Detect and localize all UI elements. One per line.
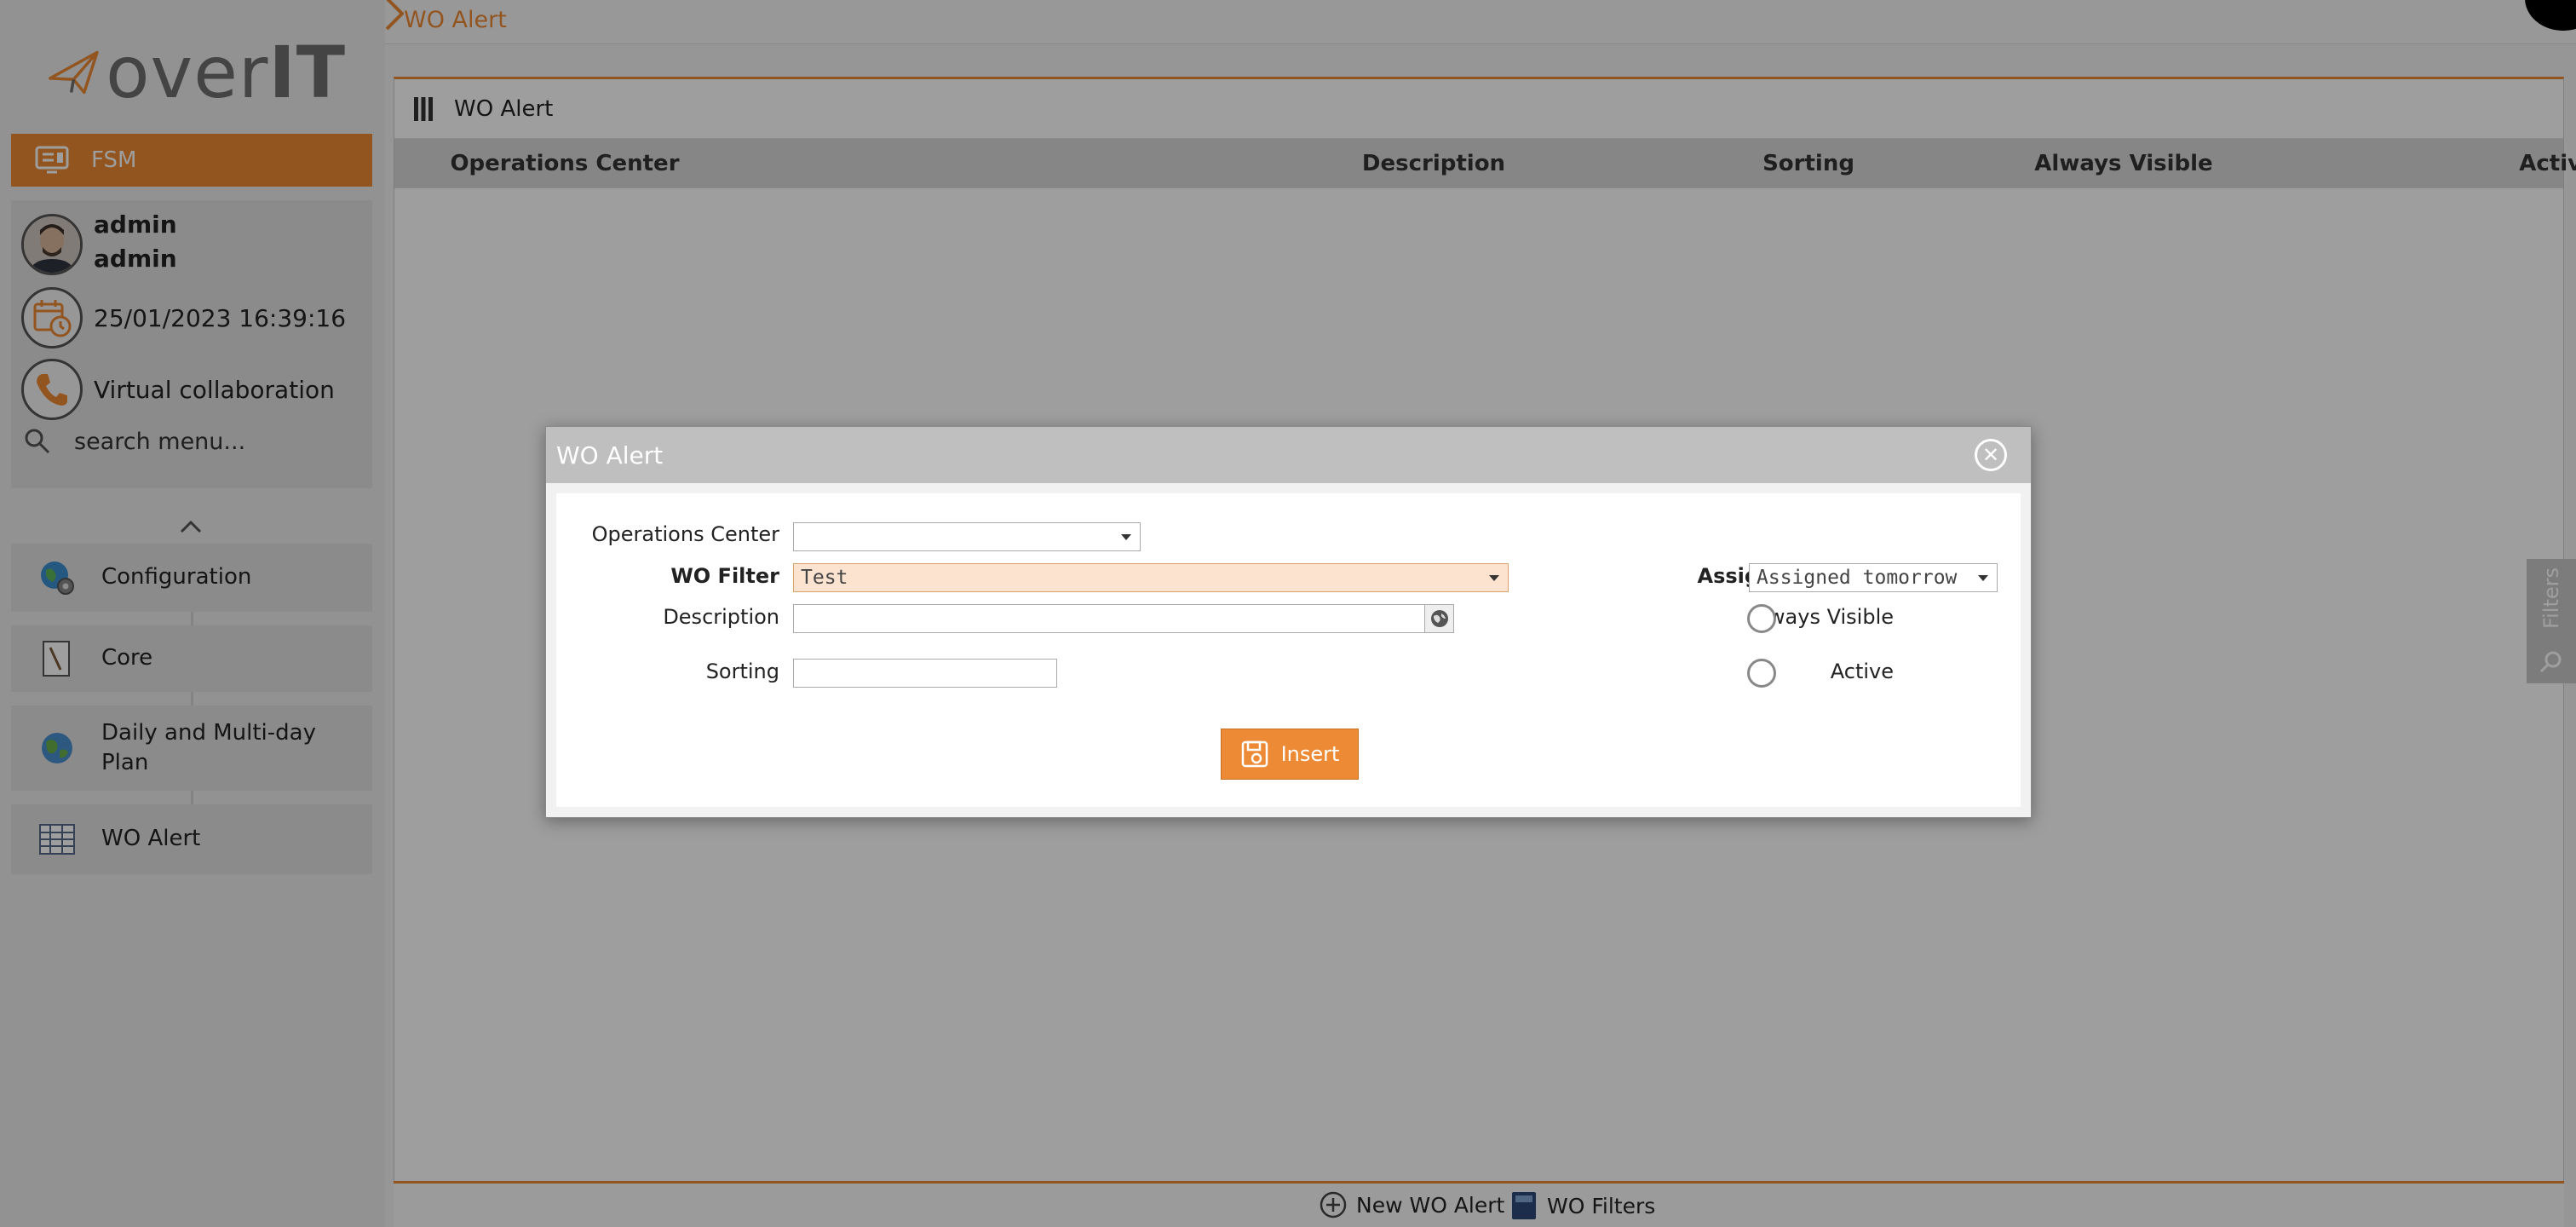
- wo-filter-value: Test: [801, 567, 848, 589]
- description-label: Description: [663, 605, 779, 629]
- globe-icon: [1430, 610, 1448, 627]
- wo-filter-select[interactable]: Test: [793, 563, 1509, 592]
- wo-filter-label: WO Filter: [670, 564, 779, 588]
- chevron-down-icon: [1121, 534, 1131, 540]
- dialog-header: WO Alert ✕: [546, 427, 2031, 483]
- close-button[interactable]: ✕: [1975, 439, 2007, 471]
- dialog-body: Operations Center WO Filter Test Descrip…: [556, 493, 2021, 807]
- save-disk-icon: [1241, 740, 1268, 768]
- sorting-input[interactable]: [793, 659, 1057, 688]
- sorting-label: Sorting: [705, 660, 779, 683]
- insert-button[interactable]: Insert: [1221, 729, 1359, 780]
- assignment-type-select[interactable]: Assigned tomorrow: [1749, 563, 1998, 592]
- chevron-down-icon: [1978, 575, 1988, 581]
- insert-button-label: Insert: [1280, 742, 1340, 766]
- translation-globe-button[interactable]: [1424, 605, 1453, 632]
- active-label: Active: [1830, 660, 1894, 683]
- active-radio[interactable]: [1747, 659, 1776, 688]
- description-input[interactable]: [793, 604, 1454, 633]
- dialog-title: WO Alert: [556, 441, 664, 469]
- assignment-type-value: Assigned tomorrow: [1757, 567, 1958, 589]
- chevron-down-icon: [1489, 575, 1499, 581]
- operations-center-select[interactable]: [793, 522, 1141, 551]
- always-visible-label: Always Visible: [1748, 605, 1894, 629]
- operations-center-label: Operations Center: [591, 522, 779, 546]
- wo-alert-dialog: WO Alert ✕ Operations Center WO Filter T…: [545, 426, 2032, 818]
- close-icon: ✕: [1981, 443, 2000, 467]
- always-visible-radio[interactable]: [1747, 604, 1776, 633]
